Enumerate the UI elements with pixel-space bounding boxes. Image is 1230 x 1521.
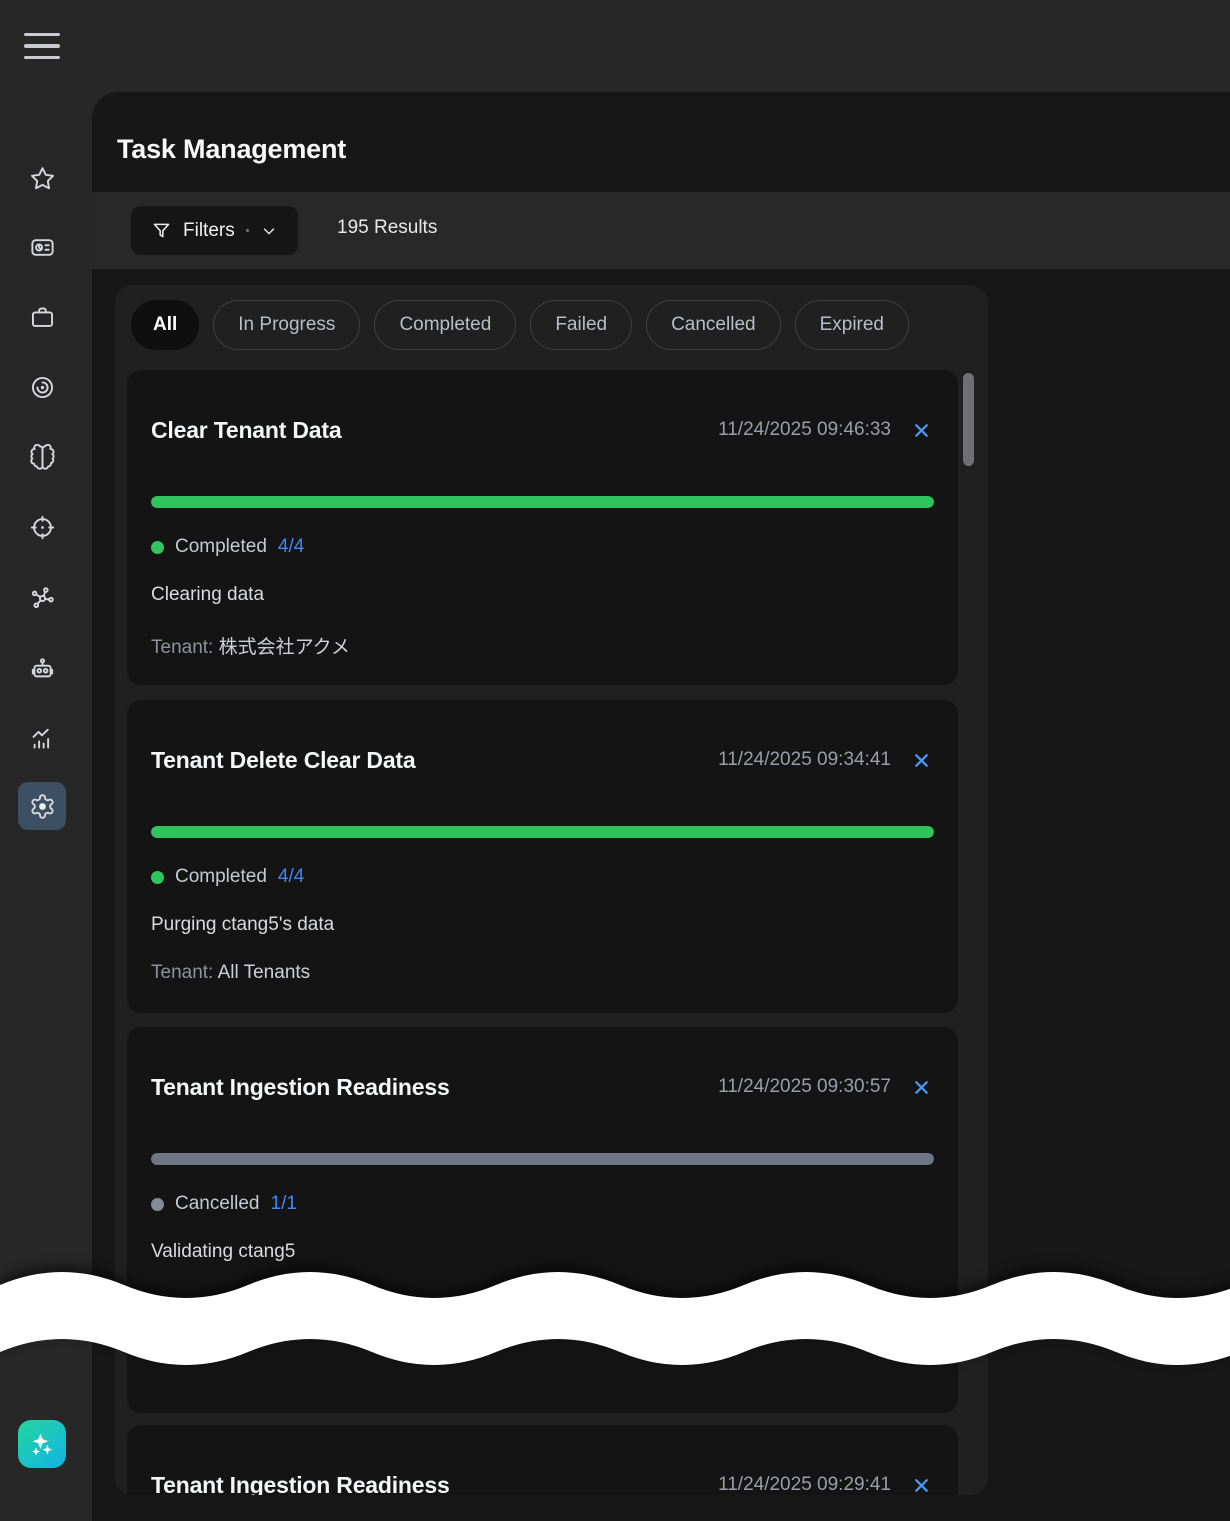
close-icon xyxy=(911,1077,932,1098)
sidebar-item-agents[interactable] xyxy=(18,644,66,692)
progress-count: 4/4 xyxy=(278,866,304,888)
progress-count: 4/4 xyxy=(278,536,304,558)
close-task-button[interactable] xyxy=(909,748,934,773)
settings-gear-icon xyxy=(29,793,56,820)
sidebar-item-analytics[interactable] xyxy=(18,714,66,762)
briefcase-icon xyxy=(29,304,56,331)
status-dot xyxy=(151,1198,164,1211)
progress-bar xyxy=(151,496,934,508)
sidebar-item-intelligence[interactable] xyxy=(18,433,66,481)
sidebar-item-targeting[interactable] xyxy=(18,503,66,551)
status-label: Completed xyxy=(175,866,267,888)
filters-button[interactable]: Filters xyxy=(131,206,298,255)
tab-completed[interactable]: Completed xyxy=(374,300,516,350)
task-timestamp: 11/24/2025 09:30:57 xyxy=(718,1071,891,1103)
sidebar-item-favorites[interactable] xyxy=(18,154,66,202)
filter-bar: Filters 195 Results xyxy=(92,192,1230,269)
assistant-button[interactable] xyxy=(18,1420,66,1468)
tab-failed[interactable]: Failed xyxy=(530,300,632,350)
close-task-button[interactable] xyxy=(909,1075,934,1100)
task-title: Tenant Delete Clear Data xyxy=(151,744,415,776)
tenant-value: ctang3 xyxy=(219,1325,276,1346)
status-dot xyxy=(151,541,164,554)
chevron-down-icon xyxy=(260,222,278,240)
task-list-container: All In Progress Completed Failed Cancell… xyxy=(115,285,988,1495)
tab-expired[interactable]: Expired xyxy=(795,300,909,350)
status-dot xyxy=(151,871,164,884)
sidebar-item-sessions[interactable] xyxy=(18,363,66,411)
progress-bar xyxy=(151,1153,934,1165)
sidebar-item-settings[interactable] xyxy=(18,782,66,830)
funnel-icon xyxy=(151,220,172,241)
task-description: Validating ctang5 xyxy=(151,1241,934,1263)
dot-separator xyxy=(246,229,249,232)
filters-label: Filters xyxy=(183,220,235,242)
star-icon xyxy=(29,165,56,192)
robot-icon xyxy=(29,655,56,682)
spiral-icon xyxy=(29,374,56,401)
task-description: Clearing data xyxy=(151,584,934,606)
task-card-partial: Tenant Ingestion Readiness 11/24/2025 09… xyxy=(127,1425,958,1495)
main-panel: Task Management Filters 195 Results All … xyxy=(92,92,1230,1521)
menu-button[interactable] xyxy=(24,33,60,59)
brain-icon xyxy=(29,444,56,471)
wallet-card-icon xyxy=(29,234,56,261)
tenant-line: Tenant: All Tenants xyxy=(151,962,934,984)
close-task-button[interactable] xyxy=(909,418,934,443)
sidebar-item-cards[interactable] xyxy=(18,223,66,271)
network-icon xyxy=(29,585,56,612)
task-title: Tenant Ingestion Readiness xyxy=(151,1071,450,1103)
results-count: 195 Results xyxy=(337,217,437,239)
status-label: Completed xyxy=(175,536,267,558)
sidebar-item-connections[interactable] xyxy=(18,574,66,622)
task-timestamp: 11/24/2025 09:46:33 xyxy=(718,414,891,446)
task-description: Purging ctang5's data xyxy=(151,914,934,936)
progress-count: 1/1 xyxy=(271,1193,297,1215)
tenant-value: All Tenants xyxy=(218,962,311,983)
status-label: Cancelled xyxy=(175,1193,260,1215)
crosshair-icon xyxy=(29,514,56,541)
tenant-value: 株式会社アクメ xyxy=(219,637,350,658)
close-icon xyxy=(911,1475,932,1496)
task-timestamp: 11/24/2025 09:29:41 xyxy=(718,1469,891,1495)
analytics-chart-icon xyxy=(29,725,56,752)
close-icon xyxy=(911,750,932,771)
page-title: Task Management xyxy=(117,134,346,165)
task-timestamp: 11/24/2025 09:34:41 xyxy=(718,744,891,776)
menu-icon xyxy=(24,33,60,36)
task-card: Clear Tenant Data 11/24/2025 09:46:33 Co… xyxy=(127,370,958,685)
task-card: Tenant Delete Clear Data 11/24/2025 09:3… xyxy=(127,700,958,1013)
tenant-line: Tenant: 株式会社アクメ xyxy=(151,632,934,659)
tenant-line: Tenant: ctang3 xyxy=(151,1325,934,1347)
task-title: Clear Tenant Data xyxy=(151,414,341,446)
progress-bar xyxy=(151,826,934,838)
close-task-button[interactable] xyxy=(909,1473,934,1496)
tab-cancelled[interactable]: Cancelled xyxy=(646,300,781,350)
task-title: Tenant Ingestion Readiness xyxy=(151,1469,450,1495)
task-card: Tenant Ingestion Readiness 11/24/2025 09… xyxy=(127,1027,958,1413)
scrollbar-thumb[interactable] xyxy=(963,373,974,466)
sidebar xyxy=(0,0,92,1521)
close-icon xyxy=(911,420,932,441)
sparkles-icon xyxy=(27,1429,57,1459)
tab-all[interactable]: All xyxy=(131,300,199,350)
sidebar-item-projects[interactable] xyxy=(18,293,66,341)
tab-in-progress[interactable]: In Progress xyxy=(213,300,360,350)
status-tabs: All In Progress Completed Failed Cancell… xyxy=(131,300,909,350)
